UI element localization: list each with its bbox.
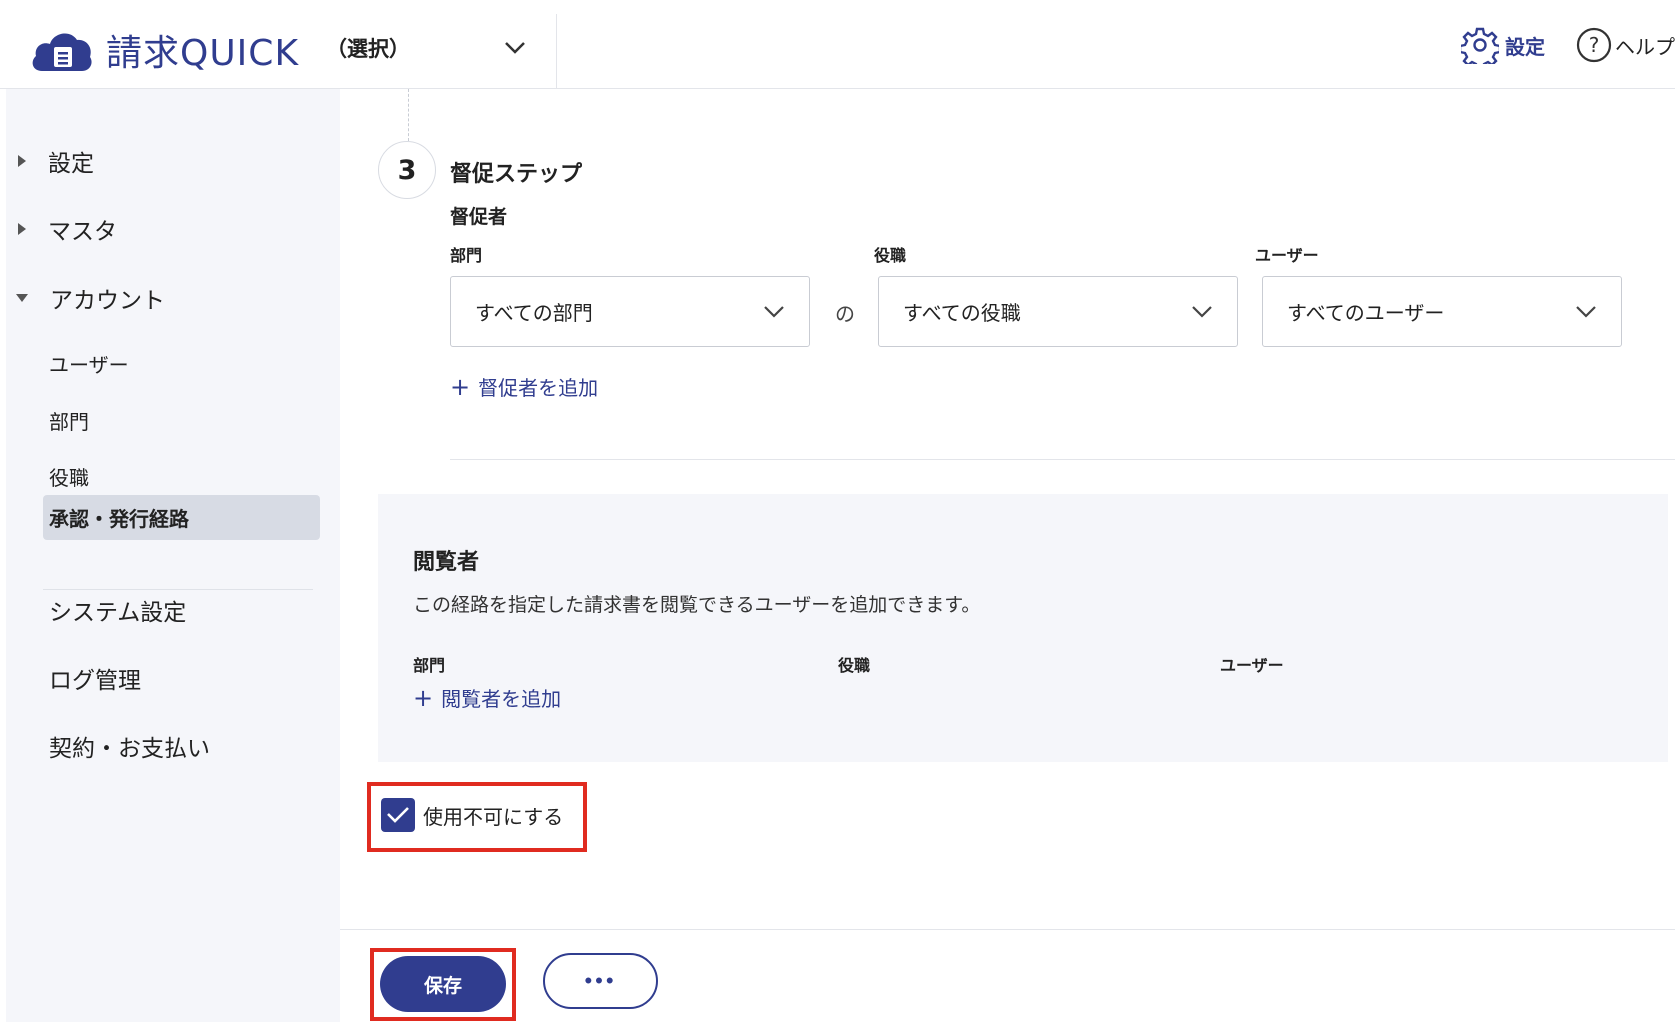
sidebar-group-account[interactable]: アカウント	[6, 278, 165, 318]
sidebar-item-departments[interactable]: 部門	[49, 400, 89, 440]
sidebar-item-positions[interactable]: 役職	[49, 456, 89, 496]
add-reminder-link[interactable]: + 督促者を追加	[450, 372, 598, 401]
disable-highlight-box: 使用不可にする	[367, 782, 587, 852]
app-header: 請求QUICK （選択） 設定 ? ヘルプ	[0, 0, 1675, 89]
sidebar-group-label: マスタ	[48, 219, 117, 245]
sidebar-item-label: 契約・お支払い	[49, 736, 210, 762]
user-select-value: すべてのユーザー	[1287, 301, 1445, 325]
disable-checkbox[interactable]	[381, 798, 415, 832]
header-divider	[556, 14, 557, 88]
save-highlight-box: 保存	[370, 948, 516, 1021]
chevron-down-icon	[1192, 305, 1212, 318]
plus-icon: +	[450, 372, 471, 401]
sidebar-group-settings[interactable]: 設定	[6, 141, 94, 181]
sidebar-item-billing[interactable]: 契約・お支払い	[49, 726, 210, 766]
connector-text: の	[835, 302, 855, 326]
position-select-value: すべての役職	[903, 301, 1021, 325]
caret-right-icon	[18, 223, 26, 235]
company-select-value: （選択）	[326, 37, 410, 61]
sidebar-item-label: 部門	[49, 409, 89, 434]
sidebar-item-label: システム設定	[49, 600, 187, 626]
department-field-label: 部門	[450, 246, 483, 265]
settings-link[interactable]: 設定	[1461, 26, 1545, 64]
app-name: 請求QUICK	[106, 33, 300, 74]
sidebar-item-label: ユーザー	[49, 352, 129, 377]
viewer-panel: 閲覧者 この経路を指定した請求書を閲覧できるユーザーを追加できます。 部門 役職…	[378, 494, 1668, 762]
reminder-section-label: 督促者	[450, 206, 508, 228]
step-number-badge: 3	[378, 141, 436, 199]
sidebar-group-master[interactable]: マスタ	[6, 209, 117, 249]
app-logo[interactable]: 請求QUICK	[30, 24, 299, 76]
viewer-user-label: ユーザー	[1220, 656, 1284, 675]
disable-checkbox-label[interactable]: 使用不可にする	[423, 801, 563, 830]
position-field-label: 役職	[874, 246, 907, 265]
chevron-down-icon	[505, 42, 525, 54]
settings-label: 設定	[1505, 34, 1545, 59]
sidebar-group-label: 設定	[48, 151, 94, 177]
caret-right-icon	[18, 155, 26, 167]
sidebar-item-label: 承認・発行経路	[49, 507, 189, 531]
position-select[interactable]: すべての役職	[878, 276, 1238, 347]
action-footer: 保存 •••	[340, 929, 1675, 1022]
viewer-description: この経路を指定した請求書を閲覧できるユーザーを追加できます。	[413, 594, 981, 616]
help-icon: ?	[1576, 27, 1612, 63]
chevron-down-icon	[1576, 305, 1596, 318]
viewer-position-label: 役職	[838, 656, 871, 675]
save-button[interactable]: 保存	[380, 956, 506, 1012]
add-reminder-label: 督促者を追加	[478, 376, 599, 400]
sidebar-item-label: ログ管理	[49, 668, 141, 694]
company-select[interactable]: （選択）	[326, 28, 526, 68]
main-content: 3 督促ステップ 督促者 部門 役職 ユーザー すべての部門 の すべての役職 …	[340, 89, 1675, 929]
department-select-value: すべての部門	[475, 301, 593, 325]
sidebar-item-users[interactable]: ユーザー	[49, 343, 129, 383]
step-connector-line	[408, 89, 409, 141]
add-viewer-label: 閲覧者を追加	[441, 687, 562, 711]
gear-icon	[1461, 27, 1499, 64]
sidebar: 設定 マスタ アカウント ユーザー 部門 役職 承認・発行経路 システム設定 ロ…	[6, 89, 340, 1022]
step-title: 督促ステップ	[450, 162, 583, 187]
sidebar-group-label: アカウント	[50, 288, 165, 314]
user-field-label: ユーザー	[1255, 246, 1319, 265]
user-select[interactable]: すべてのユーザー	[1262, 276, 1622, 347]
cloud-logo-icon	[32, 33, 92, 71]
svg-text:?: ?	[1589, 33, 1600, 57]
sidebar-item-log-management[interactable]: ログ管理	[49, 658, 141, 698]
more-options-button[interactable]: •••	[543, 953, 658, 1009]
plus-icon: +	[413, 683, 434, 712]
section-divider	[450, 459, 1675, 460]
department-select[interactable]: すべての部門	[450, 276, 810, 347]
checkmark-icon	[387, 807, 409, 823]
add-viewer-link[interactable]: + 閲覧者を追加	[413, 683, 561, 712]
help-label: ヘルプ	[1615, 34, 1675, 59]
help-link[interactable]: ? ヘルプ	[1575, 26, 1675, 64]
caret-down-icon	[16, 294, 28, 302]
chevron-down-icon	[764, 305, 784, 318]
sidebar-item-system-settings[interactable]: システム設定	[49, 590, 186, 630]
viewer-title: 閲覧者	[413, 550, 480, 575]
sidebar-item-label: 役職	[49, 465, 89, 490]
sidebar-item-approval-routes[interactable]: 承認・発行経路	[43, 495, 320, 540]
viewer-department-label: 部門	[413, 656, 446, 675]
